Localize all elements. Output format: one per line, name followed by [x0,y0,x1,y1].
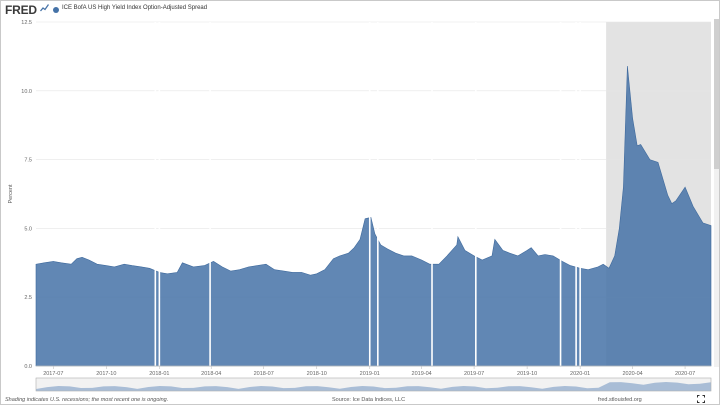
fred-url[interactable]: fred.stlouisfed.org [598,397,642,403]
x-tick-label: 2019-10 [517,371,537,377]
chart-frame: FRED ICE BofA US High Yield Index Option… [0,0,720,405]
x-tick-label: 2020-04 [623,371,643,377]
data-gap-marker [579,22,581,366]
y-tick-label: 0.0 [24,364,32,370]
x-tick-label: 2019-07 [464,371,484,377]
data-gap-marker [575,22,577,366]
y-tick-label: 12.5 [21,20,32,26]
x-tick-label: 2019-01 [360,371,380,377]
legend-series-label[interactable]: ICE BofA US High Yield Index Option-Adju… [62,5,207,11]
data-gap-marker [368,22,371,366]
chart-footer: Shading indicates U.S. recessions; the m… [1,396,719,405]
source-credit[interactable]: Source: Ice Data Indices, LLC [332,397,405,403]
data-gap-marker [158,22,161,366]
y-axis-label: Percent [8,184,14,203]
fred-logo[interactable]: FRED [5,3,37,17]
x-tick-label: 2020-01 [570,371,590,377]
x-tick-label: 2020-07 [675,371,695,377]
x-tick-label: 2018-01 [149,371,169,377]
fullscreen-icon[interactable] [697,395,705,403]
data-gap-marker [475,22,477,366]
y-tick-label: 5.0 [24,226,32,232]
data-gap-marker [559,22,562,366]
data-gap-marker [431,22,433,366]
recession-note: Shading indicates U.S. recessions; the m… [5,397,169,403]
chart-area[interactable]: 0.0 2.5 5.0 7.5 10.0 12.5 Percent 2017-07 2017-1… [1,19,713,396]
x-tick-label: 2018-10 [307,371,327,377]
scrollbar-thumb[interactable] [714,19,719,169]
data-gap-marker [377,22,379,366]
vertical-scrollbar[interactable] [714,19,719,367]
x-tick-label: 2017-07 [43,371,63,377]
data-gap-marker [154,22,157,366]
x-tick-label: 2017-10 [96,371,116,377]
y-tick-label: 10.0 [21,89,32,95]
y-tick-label: 2.5 [24,295,32,301]
logo-chart-icon [40,4,49,12]
y-tick-label: 7.5 [24,158,32,164]
x-tick-label: 2019-04 [412,371,432,377]
chart-header: FRED ICE BofA US High Yield Index Option… [1,1,719,19]
legend-series-marker [53,7,59,13]
x-tick-label: 2018-04 [201,371,221,377]
x-tick-label: 2018-07 [254,371,274,377]
data-gap-marker [209,22,211,366]
